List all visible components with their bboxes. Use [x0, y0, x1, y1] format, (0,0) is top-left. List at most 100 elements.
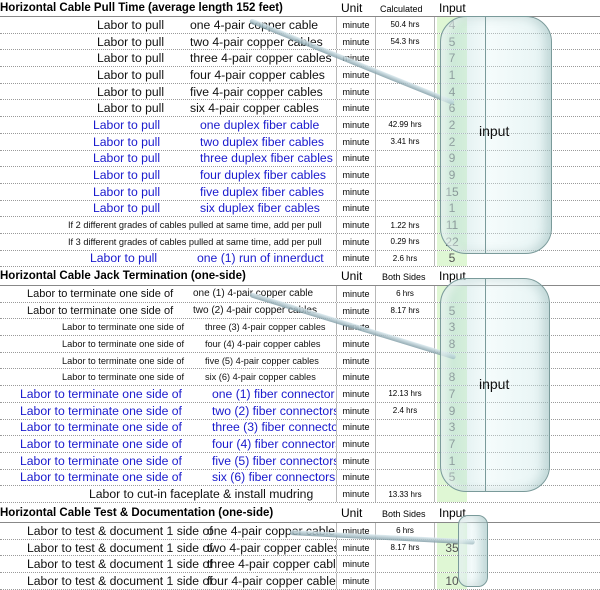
unit-cell: minute: [337, 183, 376, 200]
row-label: Labor to test & document 1 side of one 4-…: [0, 523, 337, 539]
section-title-pull-time: Horizontal Cable Pull Time (average leng…: [0, 2, 283, 14]
calculated-cell: 6 hrs: [376, 286, 435, 302]
row-label-item: three duplex fiber cables: [200, 151, 333, 166]
row-label: Labor to terminate one side of six (6) fi…: [0, 469, 337, 486]
calculated-cell: [376, 50, 435, 67]
unit-cell: minute: [337, 419, 376, 436]
unit-cell: minute: [337, 150, 376, 167]
unit-cell: minute: [337, 233, 376, 250]
row-label-action: Labor to terminate one side of: [27, 287, 174, 300]
unit-cell: minute: [337, 352, 376, 369]
row-label: Labor to terminate one side of one (1) 4-…: [0, 286, 337, 302]
row-label-item: two duplex fiber cables: [200, 134, 324, 149]
row-label-action: Labor to terminate one side of: [20, 437, 182, 452]
callout-label-input-2: input: [479, 376, 510, 392]
row-label-item: five 4-pair copper cables: [190, 84, 323, 99]
calculated-cell: 54.3 hrs: [376, 33, 435, 50]
unit-cell: minute: [337, 402, 376, 419]
row-label-item: four (4) 4-pair copper cables: [205, 338, 321, 349]
row-label-action: Labor to terminate one side of: [27, 304, 174, 317]
section-title-test-documentation: Horizontal Cable Test & Documentation (o…: [0, 507, 274, 519]
row-label-action: Labor to pull: [93, 117, 161, 132]
row-label-action: Labor to terminate one side of: [20, 420, 182, 435]
unit-cell: minute: [337, 573, 376, 589]
unit-cell: minute: [337, 250, 376, 267]
row-label-action: Labor to pull: [93, 184, 161, 199]
calculated-cell: 0.29 hrs: [376, 233, 435, 250]
row-label-action: Labor to terminate one side of: [62, 338, 185, 349]
row-label-item: four 4-pair copper cables: [207, 573, 337, 588]
row-label-item: four duplex fiber cables: [200, 168, 327, 183]
row-label-action: Labor to test & document 1 side of: [27, 573, 213, 588]
row-label-item: three (3) 4-pair copper cables: [205, 322, 326, 333]
calculated-cell: [376, 167, 435, 183]
unit-cell: minute: [337, 286, 376, 302]
row-label: If 2 different grades of cables pulled a…: [0, 217, 337, 233]
calculated-cell: 50.4 hrs: [376, 17, 435, 33]
row-label-item: three (3) fiber connectors: [212, 420, 337, 435]
row-label: Labor to terminate one side of three (3) …: [0, 319, 337, 336]
row-label-action: Labor to test & document 1 side of: [27, 523, 213, 538]
row-label-action: Labor to cut-in faceplate & install mudr…: [89, 487, 314, 502]
table-row: Labor to test & document 1 side of four 4…: [0, 573, 600, 590]
row-label: Labor to cut-in faceplate & install mudr…: [0, 486, 337, 502]
row-label: Labor to test & document 1 side of two 4-…: [0, 539, 337, 556]
row-label-item: five (5) fiber connectors: [212, 453, 337, 468]
unit-cell: minute: [337, 386, 376, 402]
row-label-action: Labor to pull: [93, 201, 161, 216]
calculated-cell: 3.41 hrs: [376, 133, 435, 150]
calculated-cell: [376, 573, 435, 589]
row-label: Labor to pull three duplex fiber cables: [0, 150, 337, 167]
calculated-cell: [376, 100, 435, 117]
calculated-cell: [376, 419, 435, 436]
row-label-action: Labor to pull: [97, 34, 165, 49]
calculated-cell: [376, 352, 435, 369]
callout-label-input-1: input: [479, 123, 510, 139]
col-header-unit: Unit: [341, 506, 363, 520]
row-label-action: Labor to pull: [97, 67, 165, 82]
row-label-action: Labor to terminate one side of: [62, 372, 185, 383]
calculated-cell: [376, 436, 435, 452]
row-label-item: four (4) fiber connectors: [212, 437, 337, 452]
row-label: Labor to pull five duplex fiber cables: [0, 183, 337, 200]
calculated-cell: 8.17 hrs: [376, 302, 435, 319]
unit-cell: minute: [337, 336, 376, 352]
row-label-action: Labor to pull: [93, 134, 161, 149]
unit-cell: minute: [337, 302, 376, 319]
row-label-action: If 3 different grades of cables pulled a…: [68, 236, 322, 247]
row-label: Labor to terminate one side of four (4) 4…: [0, 336, 337, 352]
row-label-item: six (6) 4-pair copper cables: [205, 372, 316, 383]
unit-cell: minute: [337, 33, 376, 50]
row-label: Labor to test & document 1 side of four 4…: [0, 573, 337, 589]
row-label-action: Labor to terminate one side of: [62, 355, 185, 366]
row-label: Labor to terminate one side of four (4) f…: [0, 436, 337, 452]
row-label-item: five duplex fiber cables: [200, 184, 324, 199]
row-label: Labor to pull three 4-pair copper cables: [0, 50, 337, 67]
row-label-action: Labor to pull: [97, 84, 165, 99]
unit-cell: minute: [337, 452, 376, 469]
calculated-cell: [376, 183, 435, 200]
row-label-action: Labor to terminate one side of: [20, 403, 182, 418]
unit-cell: minute: [337, 117, 376, 133]
row-label: Labor to terminate one side of three (3) …: [0, 419, 337, 436]
row-label-action: Labor to terminate one side of: [62, 322, 185, 333]
calculated-cell: 13.33 hrs: [376, 486, 435, 502]
unit-cell: minute: [337, 369, 376, 386]
calculated-cell: 42.99 hrs: [376, 117, 435, 133]
col-header-unit: Unit: [341, 1, 363, 15]
row-label: Labor to terminate one side of five (5) 4…: [0, 352, 337, 369]
row-label-action: Labor to pull: [97, 51, 165, 66]
unit-cell: minute: [337, 17, 376, 33]
row-label-item: five (5) 4-pair copper cables: [205, 355, 319, 366]
row-label-item: two (2) fiber connectors: [212, 403, 337, 418]
unit-cell: minute: [337, 469, 376, 486]
row-label: Labor to pull six 4-pair copper cables: [0, 100, 337, 117]
calculated-cell: [376, 369, 435, 386]
col-header-input: Input: [439, 1, 466, 15]
row-label-action: Labor to terminate one side of: [20, 470, 182, 485]
row-label-action: Labor to pull: [90, 251, 158, 266]
row-label-action: If 2 different grades of cables pulled a…: [68, 220, 322, 231]
row-label: Labor to pull four 4-pair copper cables: [0, 67, 337, 83]
col-header-both-sides: Both Sides: [382, 272, 426, 282]
row-label-item: six (6) fiber connectors: [212, 470, 336, 485]
